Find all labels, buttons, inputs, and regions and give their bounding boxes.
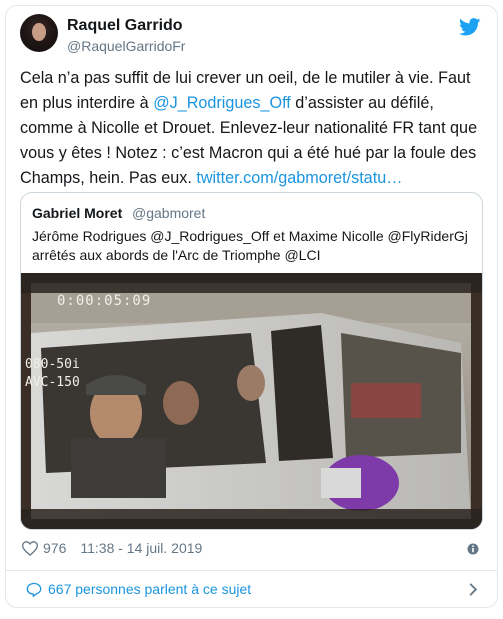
speech-bubble-icon — [26, 582, 42, 597]
conversation-link[interactable]: 667 personnes parlent à ce sujet — [26, 581, 251, 597]
quoted-tweet[interactable]: Gabriel Moret @gabmoret Jérôme Rodrigues… — [20, 192, 483, 530]
heart-icon[interactable] — [22, 540, 38, 556]
avatar[interactable] — [20, 14, 58, 52]
status-link[interactable]: twitter.com/gabmoret/statu… — [196, 169, 402, 187]
camera-tag-2: AVC-150 — [25, 375, 80, 390]
chevron-right-icon[interactable] — [468, 582, 478, 597]
twitter-bird-icon[interactable] — [459, 18, 481, 36]
divider — [5, 570, 498, 571]
tweet-timestamp[interactable]: 11:38 - 14 juil. 2019 — [80, 540, 202, 556]
info-icon[interactable] — [467, 543, 479, 555]
conversation-label: 667 personnes parlent à ce sujet — [48, 581, 252, 597]
tweet-stats: 976 11:38 - 14 juil. 2019 — [22, 540, 202, 556]
video-frame-illustration — [21, 273, 482, 529]
quoted-author-handle: @gabmoret — [132, 205, 206, 221]
quoted-author-name: Gabriel Moret — [32, 205, 123, 221]
author-name[interactable]: Raquel Garrido — [67, 17, 183, 35]
like-count[interactable]: 976 — [43, 540, 66, 556]
author-handle[interactable]: @RaquelGarridoFr — [67, 38, 185, 54]
tweet-text: Cela n’a pas suffit de lui crever un oei… — [20, 66, 482, 191]
quoted-text: Jérôme Rodrigues @J_Rodrigues_Off et Max… — [32, 228, 468, 263]
video-timecode: 0:00:05:09 — [57, 293, 152, 309]
mention-link[interactable]: @J_Rodrigues_Off — [153, 94, 291, 112]
quoted-media-image[interactable]: 0:00:05:09 080-50i AVC-150 — [21, 273, 482, 529]
camera-tag-1: 080-50i — [25, 357, 80, 372]
